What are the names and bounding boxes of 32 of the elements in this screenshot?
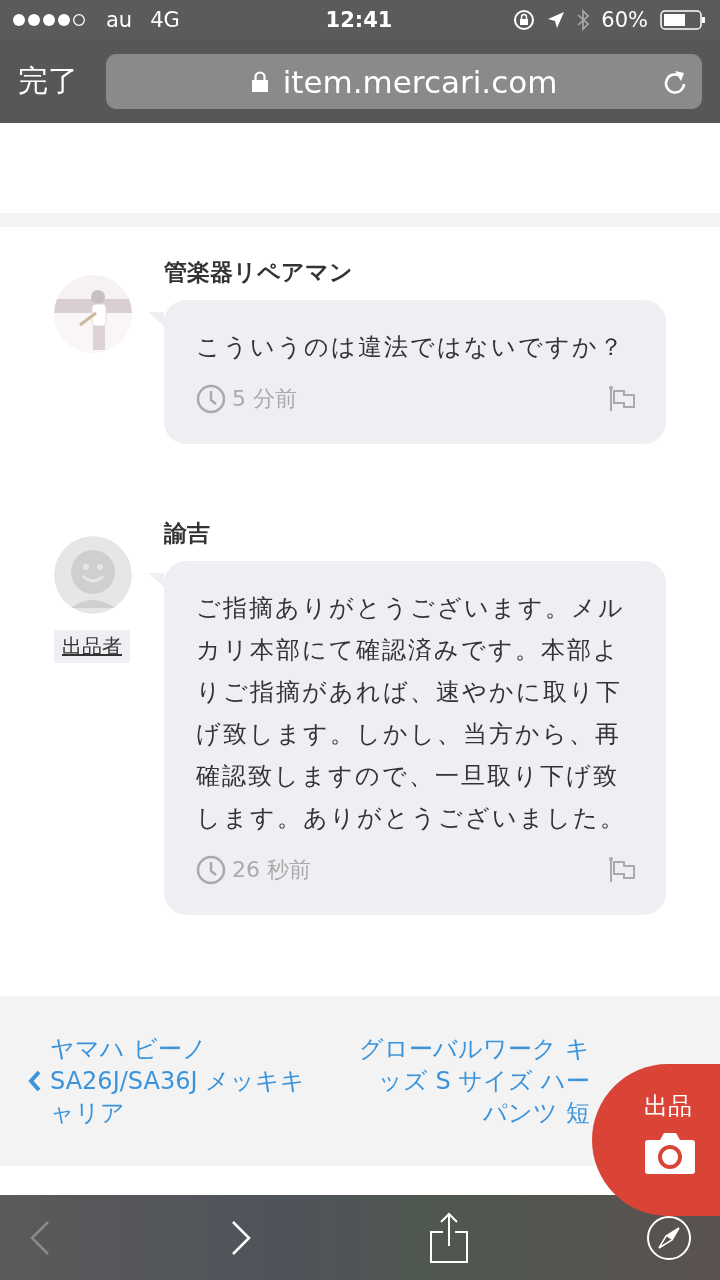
default-avatar-icon[interactable] — [54, 536, 132, 614]
battery-percent: 60% — [601, 8, 648, 32]
user-name[interactable]: 管楽器リペアマン — [164, 257, 666, 288]
battery-icon — [660, 10, 706, 30]
done-button[interactable]: 完了 — [18, 61, 78, 102]
url-text: item.mercari.com — [282, 63, 558, 100]
network-label: 4G — [150, 8, 180, 32]
previous-item-link[interactable]: ヤマハ ビーノ SA26J/SA36J メッキキャリア — [28, 1033, 320, 1129]
carrier-label: au — [106, 8, 133, 32]
comment-text: こういうのは違法ではないですか？ — [196, 332, 626, 363]
seller-badge: 出品者 — [54, 630, 130, 663]
signal-icon — [12, 13, 88, 27]
address-bar[interactable]: item.mercari.com — [106, 54, 702, 109]
location-icon — [547, 11, 566, 29]
comment-time: 5 分前 — [232, 385, 297, 413]
clock-time: 12:41 — [325, 8, 393, 32]
clock-icon — [196, 384, 226, 414]
reload-icon[interactable] — [662, 68, 688, 96]
share-icon[interactable] — [429, 1211, 470, 1264]
lock-icon — [250, 70, 269, 93]
next-item-link[interactable]: グローバルワーク キ ッズ S サイズ ハー パンツ 短 — [359, 1033, 590, 1129]
comment-time: 26 秒前 — [232, 856, 311, 884]
bluetooth-icon — [577, 9, 590, 31]
rotation-lock-icon — [513, 9, 536, 31]
user-name[interactable]: 諭吉 — [164, 518, 666, 549]
flag-icon[interactable] — [608, 385, 636, 413]
camera-icon — [644, 1130, 696, 1176]
compass-icon[interactable] — [645, 1214, 692, 1261]
flag-icon[interactable] — [608, 856, 636, 884]
clock-icon — [196, 855, 226, 885]
chevron-left-icon — [28, 1069, 42, 1093]
comment-text: ご指摘ありがとうございます。メルカリ本部にて確認済みです。本部よりご指摘があれば、速やかに取り下げ致します。しかし、当方から、再確認致しますので、一旦取り下げ致します。ありがとうございました。 — [196, 593, 627, 834]
